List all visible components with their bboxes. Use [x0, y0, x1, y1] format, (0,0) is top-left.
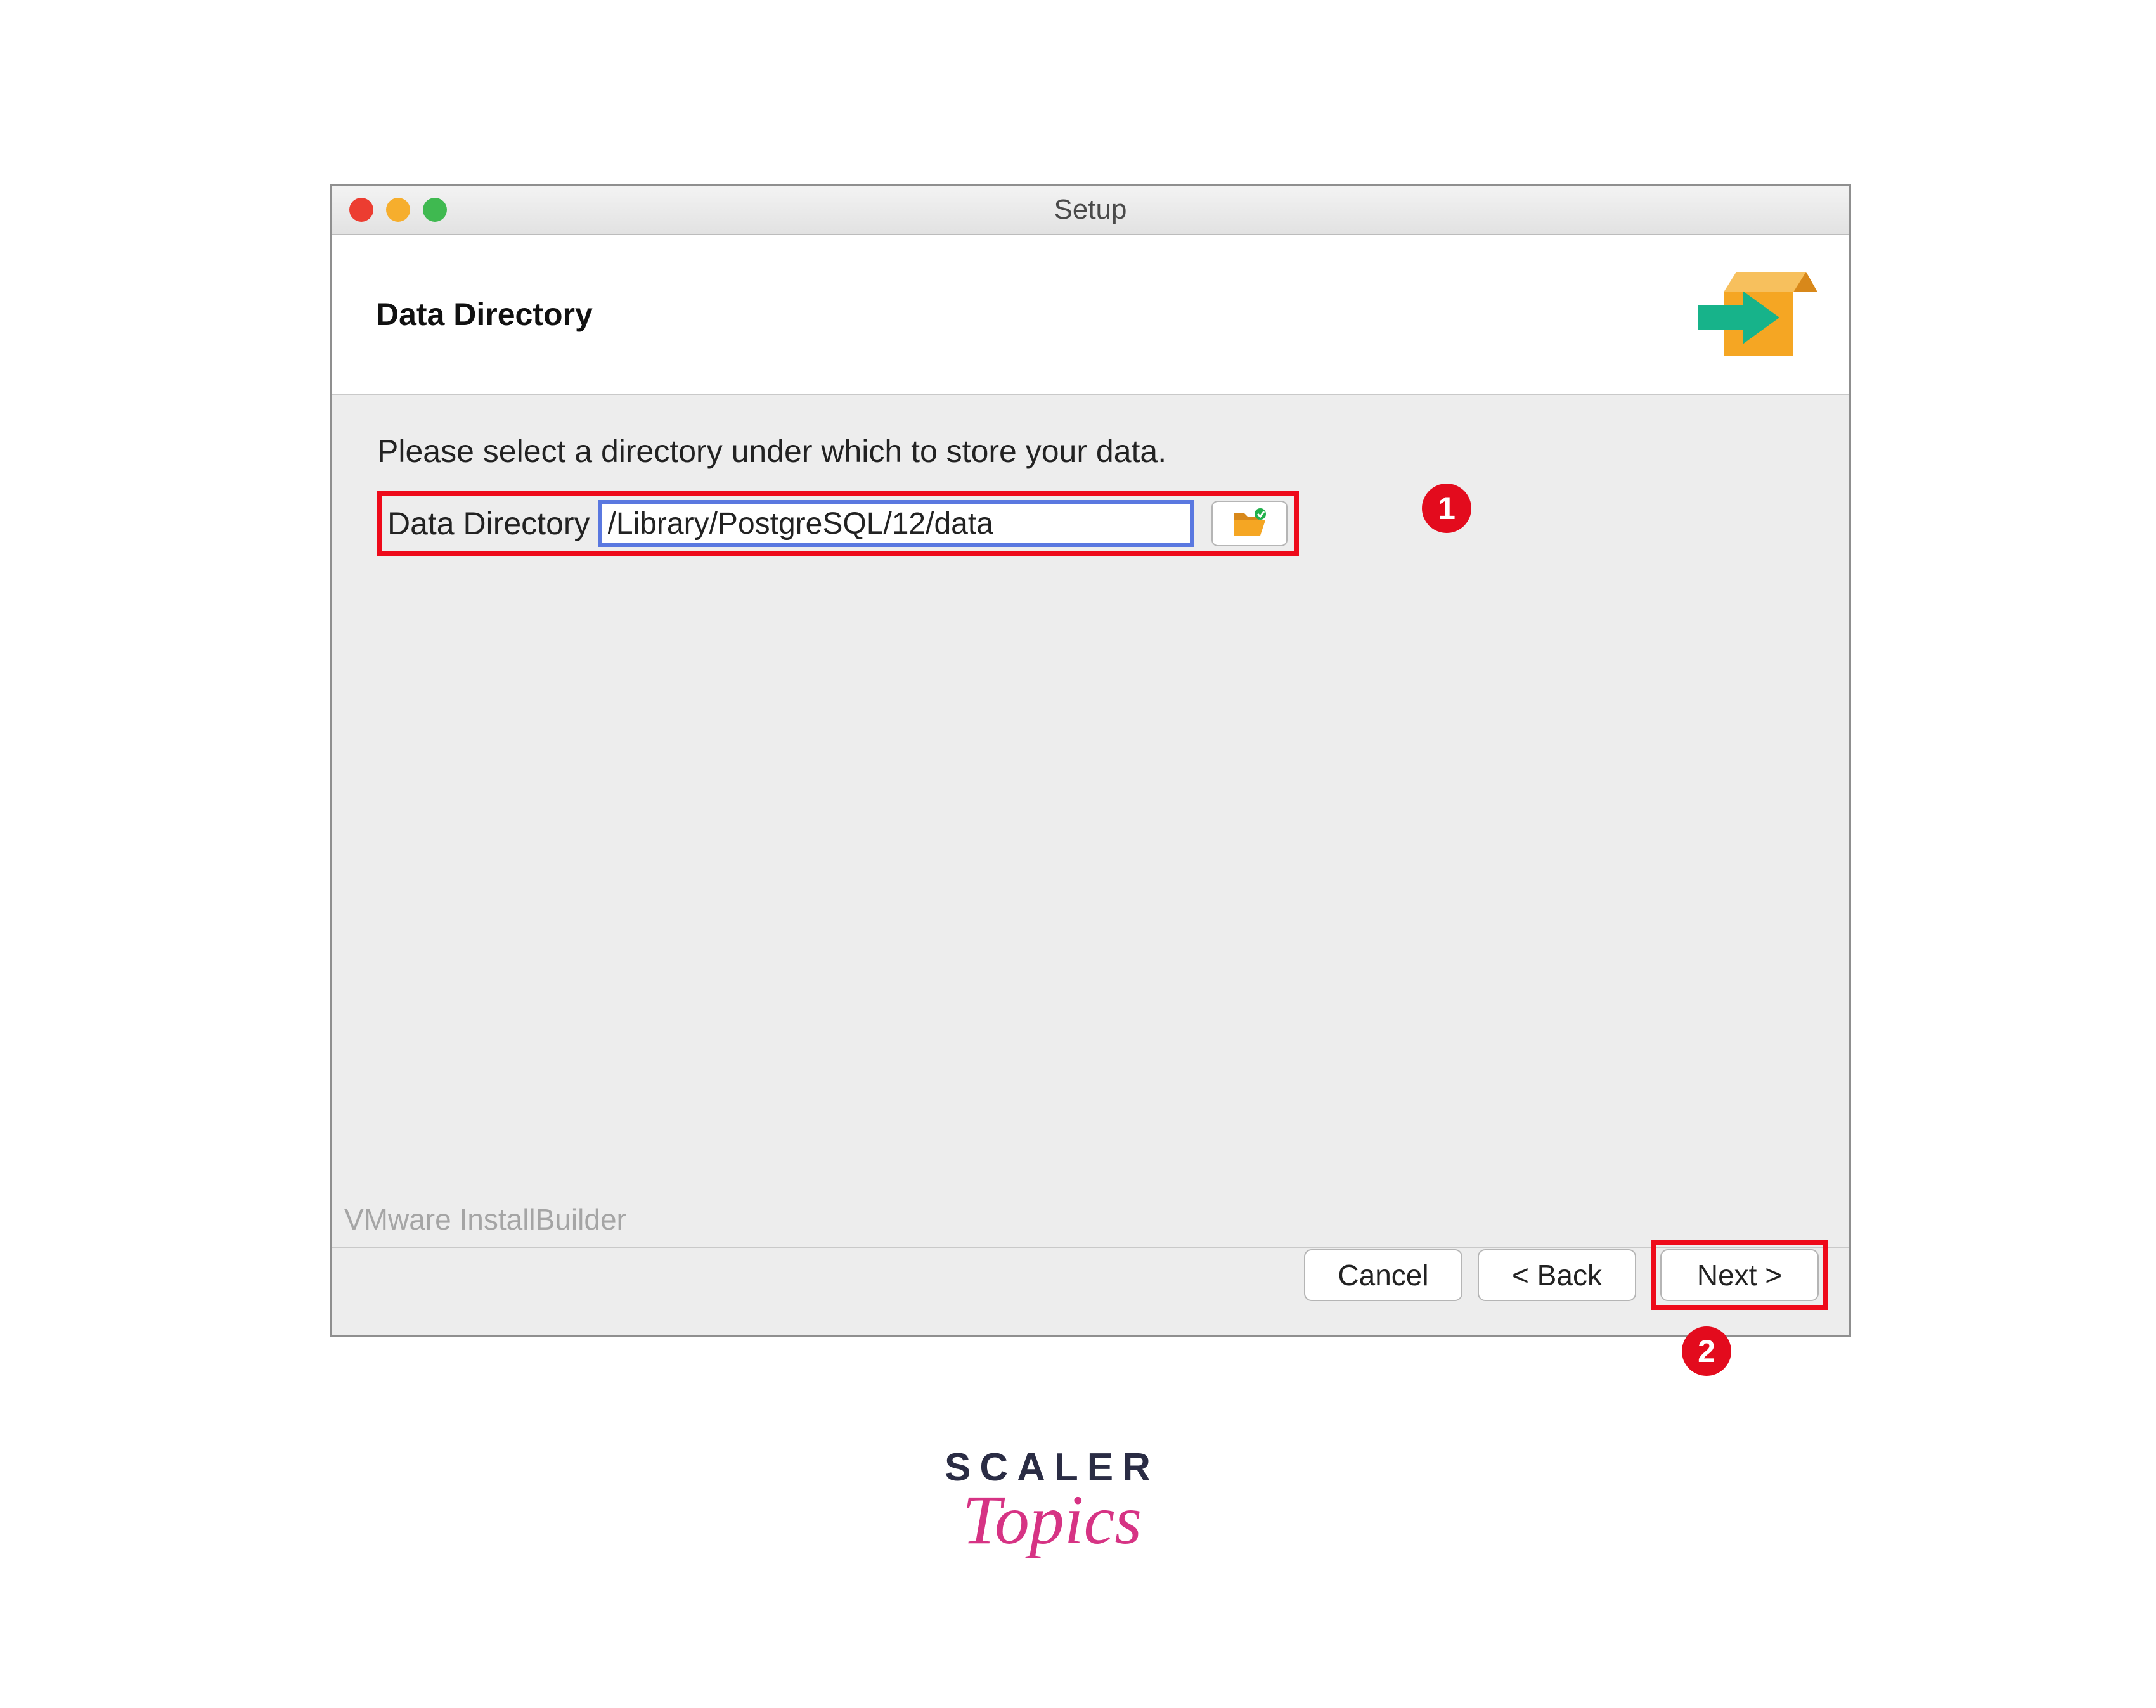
data-directory-row: Data Directory: [377, 491, 1299, 556]
cancel-button[interactable]: Cancel: [1304, 1249, 1462, 1301]
wizard-content: Please select a directory under which to…: [332, 395, 1849, 1335]
data-directory-label: Data Directory: [387, 505, 590, 542]
back-button[interactable]: < Back: [1478, 1249, 1636, 1301]
annotation-callout-1: 1: [1422, 484, 1471, 533]
scaler-topics-logo: SCALER Topics: [945, 1445, 1159, 1560]
topics-text: Topics: [945, 1480, 1159, 1560]
folder-open-icon: [1231, 508, 1268, 540]
installer-brand: VMware InstallBuilder: [344, 1202, 626, 1236]
annotation-callout-2: 2: [1682, 1326, 1731, 1376]
page-title: Data Directory: [376, 296, 593, 333]
installer-box-icon: [1698, 260, 1819, 368]
wizard-buttons: Cancel < Back Next >: [1304, 1240, 1828, 1310]
titlebar: Setup: [332, 186, 1849, 235]
minimize-window-button[interactable]: [386, 198, 410, 222]
wizard-header: Data Directory: [332, 235, 1849, 395]
instruction-text: Please select a directory under which to…: [377, 433, 1804, 470]
window-controls: [349, 198, 447, 222]
next-button-highlight: Next >: [1651, 1240, 1828, 1310]
close-window-button[interactable]: [349, 198, 373, 222]
data-directory-input[interactable]: [598, 500, 1194, 547]
setup-window: Setup Data Directory Please select a dir…: [330, 184, 1851, 1337]
window-title: Setup: [332, 194, 1849, 226]
browse-button[interactable]: [1211, 501, 1288, 546]
zoom-window-button[interactable]: [423, 198, 447, 222]
next-button[interactable]: Next >: [1660, 1249, 1819, 1301]
